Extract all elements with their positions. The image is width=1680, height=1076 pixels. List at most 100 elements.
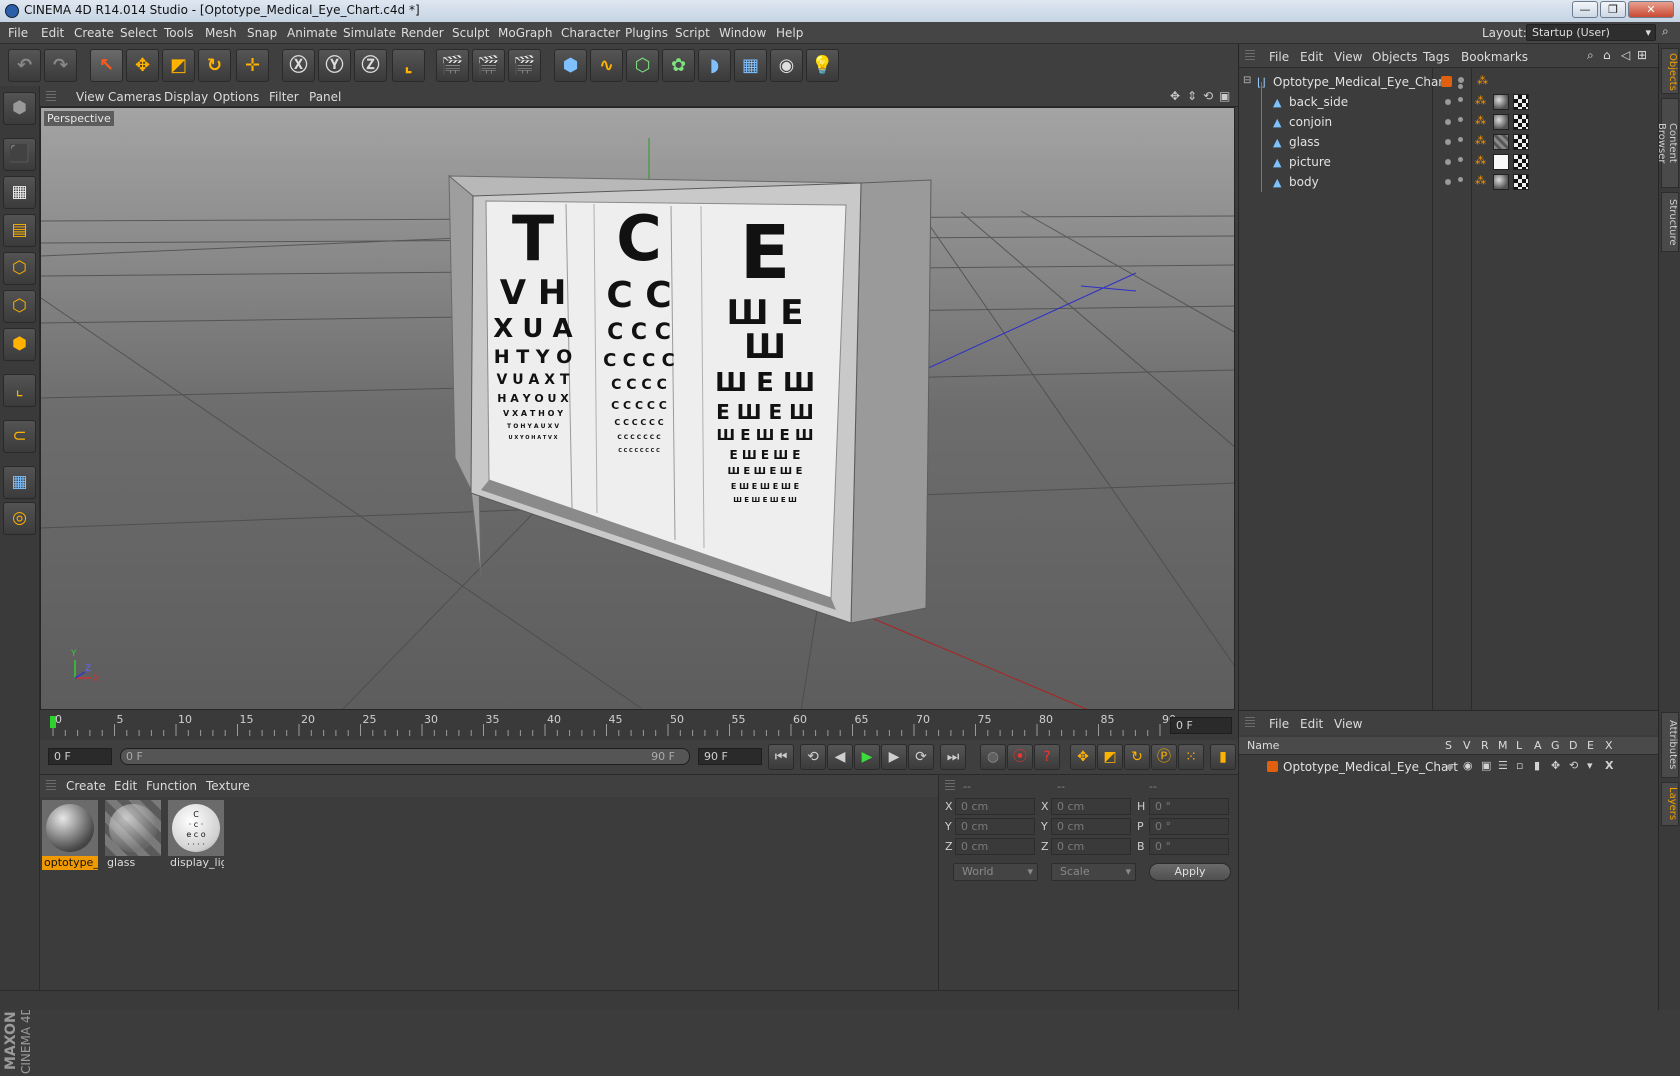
layout-dropdown[interactable]: Startup (User) ▾ [1526, 24, 1656, 41]
render-visibility-dot[interactable] [1458, 84, 1463, 89]
column-expressions[interactable]: E [1587, 739, 1594, 752]
render-toggle-icon[interactable]: ▣ [1481, 759, 1491, 772]
layer-menu-file[interactable]: File [1269, 717, 1289, 731]
layer-color-swatch[interactable] [1267, 761, 1278, 772]
xref-toggle-icon[interactable]: X [1605, 759, 1613, 772]
new-window-icon[interactable]: ⊞ [1637, 48, 1647, 62]
render-visibility-dot[interactable] [1458, 157, 1463, 162]
panel-grip[interactable] [1245, 50, 1255, 62]
object-menu-view[interactable]: View [1334, 50, 1362, 64]
size-x-field[interactable]: 0 cm [1051, 798, 1131, 815]
menu-edit[interactable]: Edit [41, 26, 64, 40]
editor-visibility-dot[interactable] [1445, 139, 1451, 145]
render-settings-button[interactable]: 🎬 [508, 49, 541, 82]
frame-range-slider[interactable]: 0 F 90 F [120, 748, 690, 765]
object-row-back-side[interactable]: ▲ back_side ⁂ [1239, 92, 1659, 112]
material-menu-edit[interactable]: Edit [114, 779, 137, 793]
size-z-field[interactable]: 0 cm [1051, 838, 1131, 855]
locked-workplane-button[interactable]: ◎ [3, 502, 36, 535]
view-toggle-icon[interactable]: ◉ [1463, 759, 1473, 772]
layer-tag-icon[interactable]: ⁂ [1475, 114, 1486, 127]
uvw-tag-icon[interactable] [1513, 154, 1529, 170]
column-locked[interactable]: L [1516, 739, 1522, 752]
points-mode-button[interactable]: ⬡ [3, 252, 36, 285]
eye-icon[interactable]: ◁ [1621, 48, 1630, 62]
viewport-menu-cameras[interactable]: Cameras [108, 90, 161, 104]
column-generators[interactable]: G [1551, 739, 1560, 752]
material-tag-sphere-icon[interactable] [1493, 94, 1509, 110]
size-mode-dropdown[interactable]: Scale ▾ [1051, 863, 1136, 881]
material-tag-sphere-icon[interactable] [1493, 114, 1509, 130]
menu-animate[interactable]: Animate [287, 26, 337, 40]
render-visibility-dot[interactable] [1458, 177, 1463, 182]
uvw-tag-icon[interactable] [1513, 174, 1529, 190]
column-manager[interactable]: M [1498, 739, 1508, 752]
cube-primitive-button[interactable]: ⬢ [554, 49, 587, 82]
manager-toggle-icon[interactable]: ☰ [1498, 759, 1508, 772]
pos-y-field[interactable]: 0 cm [955, 818, 1035, 835]
menu-mesh[interactable]: Mesh [205, 26, 237, 40]
viewport-menu-panel[interactable]: Panel [309, 90, 341, 104]
column-solo[interactable]: S [1445, 739, 1452, 752]
editor-visibility-dot[interactable] [1445, 179, 1451, 185]
zoom-view-icon[interactable]: ⇕ [1187, 89, 1197, 103]
coordinate-space-dropdown[interactable]: World ▾ [953, 863, 1038, 881]
editor-visibility-dot[interactable] [1458, 77, 1464, 83]
panel-grip[interactable] [945, 780, 955, 792]
previous-key-button[interactable]: ⟲ [800, 744, 826, 770]
layer-tag-icon[interactable]: ⁂ [1475, 174, 1486, 187]
timeline-window-button[interactable]: ▮ [1210, 744, 1236, 770]
edges-mode-button[interactable]: ⬡ [3, 290, 36, 323]
menu-help[interactable]: Help [776, 26, 803, 40]
object-menu-bookmarks[interactable]: Bookmarks [1461, 50, 1528, 64]
pos-z-field[interactable]: 0 cm [955, 838, 1035, 855]
tab-layers[interactable]: Layers [1661, 782, 1679, 826]
column-view[interactable]: V [1463, 739, 1471, 752]
object-row-conjoin[interactable]: ▲ conjoin ⁂ [1239, 112, 1659, 132]
layer-tag-icon[interactable]: ⁂ [1475, 134, 1486, 147]
uvw-tag-icon[interactable] [1513, 134, 1529, 150]
panel-grip[interactable] [1245, 717, 1255, 729]
column-deformers[interactable]: D [1569, 739, 1577, 752]
menu-script[interactable]: Script [675, 26, 710, 40]
redo-button[interactable]: ↷ [44, 49, 77, 82]
axis-mode-button[interactable]: ⌞ [3, 374, 36, 407]
menu-render[interactable]: Render [401, 26, 444, 40]
go-to-end-button[interactable]: ⏭ [940, 744, 966, 770]
undo-button[interactable]: ↶ [8, 49, 41, 82]
apply-button[interactable]: Apply [1149, 863, 1231, 881]
move-tool-button[interactable]: ✥ [126, 49, 159, 82]
object-row-glass[interactable]: ▲ glass ⁂ [1239, 132, 1659, 152]
column-name[interactable]: Name [1247, 739, 1279, 752]
uvw-tag-icon[interactable] [1513, 94, 1529, 110]
menu-file[interactable]: File [8, 26, 28, 40]
uvw-tag-icon[interactable] [1513, 114, 1529, 130]
play-button[interactable]: ▶ [854, 744, 880, 770]
key-position-button[interactable]: ✥ [1070, 744, 1096, 770]
object-menu-tags[interactable]: Tags [1423, 50, 1450, 64]
end-frame-field[interactable]: 90 F [698, 748, 762, 765]
object-row-root[interactable]: ⊟ ⌊⌋ Optotype_Medical_Eye_Chart ⁂ [1239, 72, 1659, 92]
size-y-field[interactable]: 0 cm [1051, 818, 1131, 835]
minimize-button[interactable]: — [1572, 1, 1598, 18]
menu-simulate[interactable]: Simulate [343, 26, 396, 40]
layer-color-swatch[interactable] [1441, 76, 1452, 87]
close-button[interactable]: ✕ [1628, 1, 1674, 18]
perspective-viewport[interactable]: T V H X U A H T Y O V U A X T H A Y O U … [40, 107, 1235, 710]
viewport-menu-options[interactable]: Options [213, 90, 259, 104]
editor-visibility-dot[interactable] [1445, 119, 1451, 125]
autokey-button[interactable]: ? [1034, 744, 1060, 770]
viewport-menu-view[interactable]: View [76, 90, 104, 104]
live-selection-button[interactable]: ↖ [90, 49, 123, 82]
rot-p-field[interactable]: 0 ° [1149, 818, 1229, 835]
material-menu-texture[interactable]: Texture [206, 779, 250, 793]
layer-tag-icon[interactable]: ⁂ [1477, 74, 1488, 87]
deformer-toggle-icon[interactable]: ⟲ [1569, 759, 1578, 772]
next-key-button[interactable]: ⟳ [908, 744, 934, 770]
array-button[interactable]: ✿ [662, 49, 695, 82]
rotate-view-icon[interactable]: ⟲ [1203, 89, 1213, 103]
viewport-menu-filter[interactable]: Filter [269, 90, 299, 104]
menu-sculpt[interactable]: Sculpt [452, 26, 489, 40]
material-menu-function[interactable]: Function [146, 779, 197, 793]
render-visibility-dot[interactable] [1458, 137, 1463, 142]
